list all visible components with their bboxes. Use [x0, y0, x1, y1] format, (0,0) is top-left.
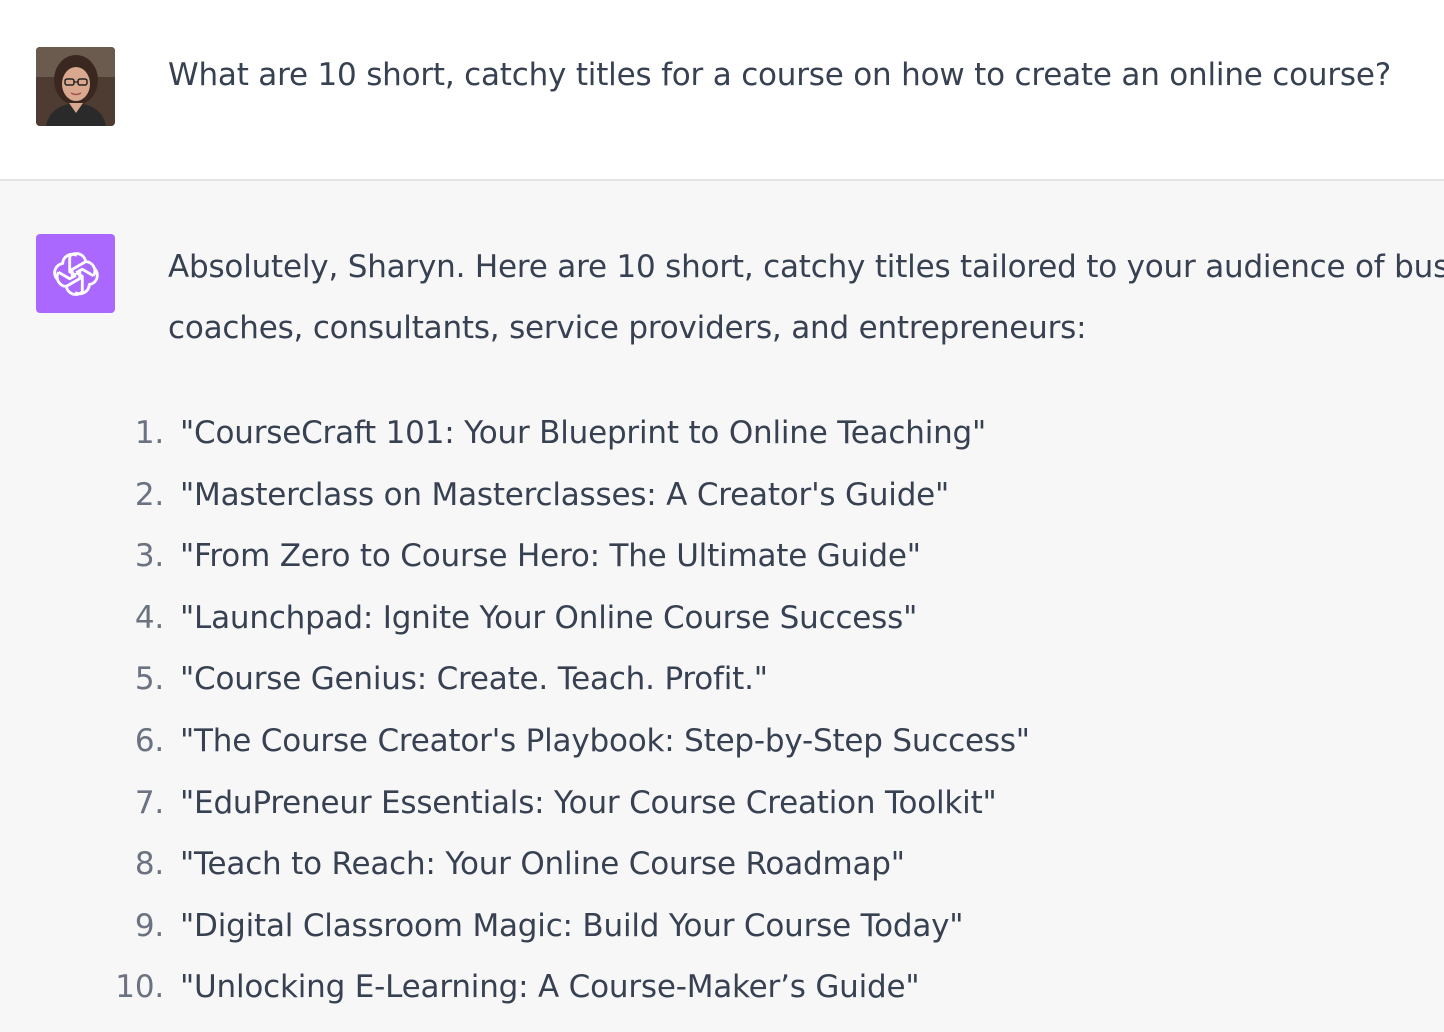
list-item-text: "The Course Creator's Playbook: Step-by-…: [180, 722, 1030, 759]
list-number: 9.: [134, 907, 164, 944]
list-number: 5.: [134, 661, 164, 698]
list-number: 10.: [115, 969, 164, 1006]
user-message: What are 10 short, catchy titles for a c…: [0, 0, 1444, 181]
assistant-avatar: [36, 234, 115, 313]
list-number: 7.: [134, 784, 164, 821]
list-item-text: "Teach to Reach: Your Online Course Road…: [180, 846, 905, 883]
list-number: 6.: [134, 722, 164, 759]
intro-line-1: Absolutely, Sharyn. Here are 10 short, c…: [168, 249, 1444, 285]
assistant-intro: Absolutely, Sharyn. Here are 10 short, c…: [168, 237, 1444, 359]
list-item-text: "From Zero to Course Hero: The Ultimate …: [180, 538, 921, 575]
list-item-text: "Launchpad: Ignite Your Online Course Su…: [180, 599, 918, 636]
list-item-text: "CourseCraft 101: Your Blueprint to Onli…: [180, 415, 987, 451]
list-item-text: "Unlocking E-Learning: A Course-Maker’s …: [180, 969, 920, 1006]
user-message-text: What are 10 short, catchy titles for a c…: [168, 57, 1391, 93]
openai-logo-icon: [52, 251, 99, 296]
list-item-text: "Digital Classroom Magic: Build Your Cou…: [180, 907, 964, 944]
list-number: 4.: [134, 599, 164, 636]
list-number: 2.: [134, 476, 164, 513]
list-number: 8.: [134, 846, 164, 883]
list-item-text: "EduPreneur Essentials: Your Course Crea…: [180, 784, 997, 821]
user-avatar-photo: [36, 47, 115, 126]
list-number: 3.: [134, 538, 164, 575]
list-number: 1.: [134, 415, 164, 451]
intro-line-2: coaches, consultants, service providers,…: [168, 310, 1087, 346]
assistant-message: Absolutely, Sharyn. Here are 10 short, c…: [0, 181, 1444, 1032]
list-item-text: "Course Genius: Create. Teach. Profit.": [180, 661, 768, 698]
user-avatar: [36, 47, 115, 126]
list-item-text: "Masterclass on Masterclasses: A Creator…: [180, 476, 950, 513]
